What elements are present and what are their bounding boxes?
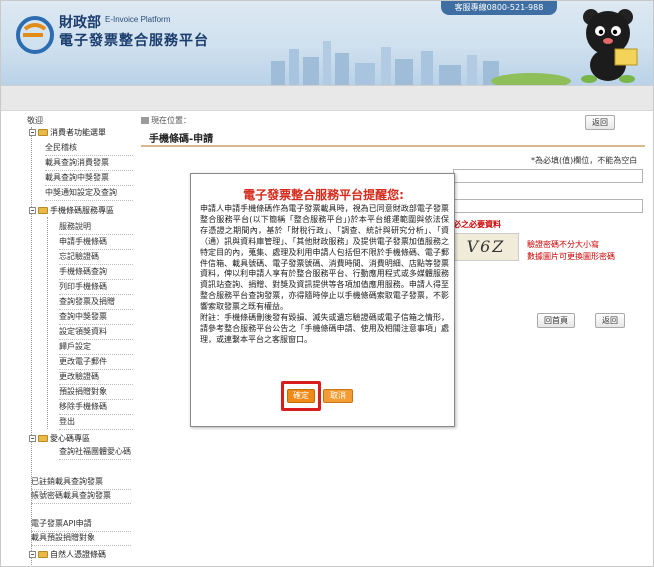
sidebar-item-print-barcode[interactable]: 列印手機條碼	[59, 282, 133, 295]
folder-icon	[38, 551, 48, 558]
breadcrumb: 現在位置：	[141, 115, 191, 126]
sidebar-item-account-carrier[interactable]: 帳號密碼載具查詢發票	[31, 491, 131, 504]
platform-english-name: E-Invoice Platform	[105, 15, 171, 24]
e-invoice-logo-icon	[16, 16, 54, 54]
ministry-name: 財政部	[59, 15, 101, 31]
tree-line	[47, 217, 48, 429]
collapse-icon[interactable]	[29, 207, 36, 214]
hotline-badge: 客服專線0800-521-988	[441, 1, 557, 15]
sidebar-item-audit[interactable]: 全民稽核	[45, 143, 133, 156]
sidebar-item-logout[interactable]: 登出	[59, 417, 133, 430]
sidebar-section-love-code[interactable]: 愛心碼專區	[29, 433, 90, 444]
dialog-title: 電子發票整合服務平台提醒您:	[243, 188, 404, 202]
sidebar-menu: 敬迎 消費者功能選單 全民稽核 載具查詢消費發票 載具查詢中獎發票 中獎通知設定…	[27, 113, 137, 566]
sidebar-section-mobile-barcode[interactable]: 手機條碼服務專區	[29, 205, 114, 216]
sidebar-item-cancelled-carrier[interactable]: 已註銷載具查詢發票	[31, 477, 131, 490]
sidebar-item-query-barcode[interactable]: 手機條碼查詢	[59, 267, 133, 280]
sidebar-item-prize-info[interactable]: 設定領獎資料	[59, 327, 133, 340]
dialog-body: 申請人申請手機條碼作為電子發票載具時，視為已同意財政部電子發票整合服務平台(以下…	[200, 204, 449, 346]
captcha-hint-case: 驗證密碼不分大小寫	[527, 240, 599, 249]
cancel-button[interactable]: 取消	[323, 389, 353, 403]
sidebar-item-household-setting[interactable]: 歸戶設定	[59, 342, 133, 355]
sidebar-item-apply-barcode[interactable]: 申請手機條碼	[59, 237, 133, 250]
captcha-hint-refresh[interactable]: 數據圖片可更換圖形密碼	[527, 251, 615, 262]
captcha-image[interactable]: V6Z	[453, 233, 519, 261]
sidebar-item-change-code[interactable]: 更改驗證碼	[59, 372, 133, 385]
email-field[interactable]	[453, 199, 643, 213]
folder-icon	[38, 129, 48, 136]
sidebar-item-carrier-donee[interactable]: 載具預設捐贈對象	[31, 533, 131, 546]
required-data-warning: 必之必要資料	[453, 220, 501, 229]
sidebar-item-forgot-code[interactable]: 忘記驗證碼	[59, 252, 133, 265]
site-header: 財政部 E-Invoice Platform 電子發票整合服務平台 客服專線08…	[1, 1, 653, 85]
expand-icon[interactable]	[29, 551, 36, 558]
sidebar-item-carrier-winning[interactable]: 載具查詢中獎發票	[45, 173, 133, 186]
sidebar-item-winning-notify[interactable]: 中獎通知設定及查詢	[45, 188, 133, 201]
sidebar-section-consumer[interactable]: 消費者功能選單	[29, 127, 106, 138]
required-field-note: *為必填(值)欄位，不能為空白	[531, 156, 638, 165]
sidebar-item-default-donee[interactable]: 預設捐贈對象	[59, 387, 133, 400]
mobile-number-field[interactable]	[453, 169, 643, 183]
sidebar-item-query-winning[interactable]: 查詢中獎發票	[59, 312, 133, 325]
home-button[interactable]: 回首頁	[537, 313, 575, 328]
sidebar-item-service-info[interactable]: 服務說明	[59, 222, 133, 235]
site-title[interactable]: 電子發票整合服務平台	[59, 30, 209, 50]
collapse-icon[interactable]	[29, 129, 36, 136]
sidebar-item-api-apply[interactable]: 電子發票API申請	[31, 519, 131, 532]
page-title-bar: 手機條碼-申請	[141, 127, 645, 147]
sidebar-item-remove-barcode[interactable]: 移除手機條碼	[59, 402, 133, 415]
sidebar-item-carrier-invoices[interactable]: 載具查詢消費發票	[45, 158, 133, 171]
folder-icon	[38, 435, 48, 442]
dialog-paragraph-note: 附註：手機條碼刪後發有毀損、滅失或遺忘驗證碼或電子信箱之情形，請參考整合服務平台…	[200, 313, 449, 344]
sidebar-welcome: 敬迎	[27, 116, 43, 125]
back-button-bottom[interactable]: 返回	[595, 313, 625, 328]
sidebar-section-citizen-cert[interactable]: 自然人憑證條碼	[29, 549, 106, 560]
dialog-paragraph-consent: 申請人申請手機條碼作為電子發票載具時，視為已同意財政部電子發票整合服務平台(以下…	[200, 204, 449, 312]
browser-frame: 財政部 E-Invoice Platform 電子發票整合服務平台 客服專線08…	[0, 0, 654, 567]
header-strip	[1, 85, 653, 111]
sidebar-item-change-email[interactable]: 更改電子郵件	[59, 357, 133, 370]
bear-mascot-icon	[581, 9, 638, 83]
confirm-highlight-box	[281, 381, 321, 411]
collapse-icon[interactable]	[29, 435, 36, 442]
city-skyline-icon	[271, 41, 571, 85]
sidebar-item-query-donate[interactable]: 查詢發票及捐贈	[59, 297, 133, 310]
sidebar-item-love-code-query[interactable]: 查詢社福團體愛心碼	[59, 447, 131, 460]
location-icon	[141, 117, 149, 124]
page-title: 手機條碼-申請	[149, 134, 214, 145]
folder-icon	[38, 207, 48, 214]
